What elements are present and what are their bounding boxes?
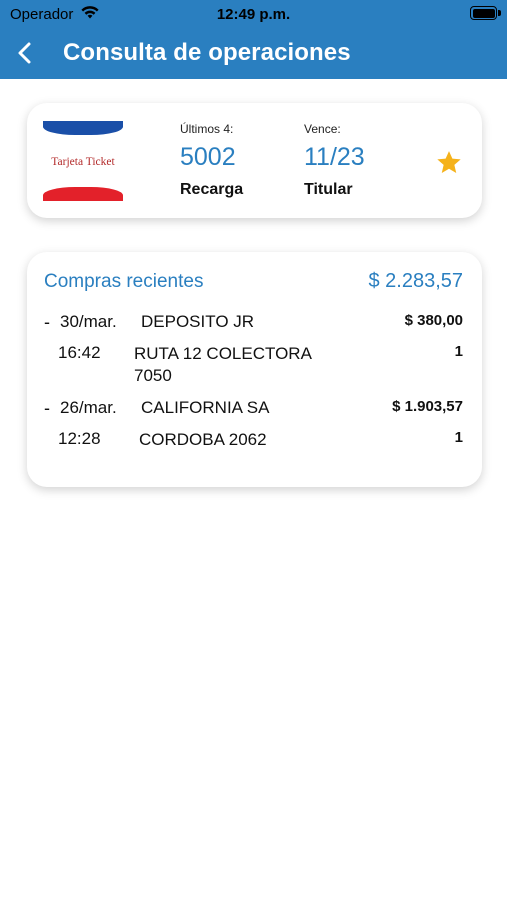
section-title: Compras recientes: [44, 271, 204, 292]
back-button[interactable]: [12, 38, 40, 68]
card-image-top-band: [43, 121, 123, 135]
card-image: Tarjeta Ticket: [43, 121, 123, 201]
expires-label: Vence:: [304, 122, 341, 136]
expires-value: 11/23: [304, 143, 365, 171]
purchase-time: 12:28: [58, 429, 101, 448]
purchase-address: RUTA 12 COLECTORA 7050: [134, 344, 311, 385]
status-bar: Operador 12:49 p.m.: [0, 0, 507, 28]
battery-icon: [470, 6, 501, 20]
purchase-time: 16:42: [58, 343, 101, 362]
recent-purchases-card: Compras recientes $ 2.283,57 - 30/mar. D…: [27, 252, 482, 487]
card-type: Recarga: [180, 181, 244, 198]
purchase-qty: 1: [454, 343, 463, 360]
purchase-qty: 1: [454, 429, 463, 446]
purchase-amount: $ 380,00: [404, 312, 463, 329]
favorite-star-icon[interactable]: [435, 149, 463, 177]
purchase-address: CORDOBA 2062: [139, 430, 267, 449]
card-image-bottom-band: [43, 187, 123, 201]
purchase-date: 30/mar.: [60, 312, 117, 331]
section-total: $ 2.283,57: [368, 270, 463, 292]
chevron-left-icon: [18, 42, 31, 64]
app-header: Operador 12:49 p.m. Consulta de operacio…: [0, 0, 507, 79]
row-dash: -: [44, 398, 50, 418]
purchase-merchant: DEPOSITO JR: [141, 312, 255, 331]
card-brand-label: Tarjeta Ticket: [51, 156, 115, 168]
purchase-merchant: CALIFORNIA SA: [141, 398, 270, 417]
purchase-date: 26/mar.: [60, 398, 117, 417]
purchase-amount: $ 1.903,57: [392, 398, 463, 415]
page-title: Consulta de operaciones: [63, 39, 351, 66]
card-summary[interactable]: Tarjeta Ticket Últimos 4: 5002 Recarga V…: [27, 103, 482, 218]
nav-bar: Consulta de operaciones: [0, 30, 507, 76]
row-dash: -: [44, 312, 50, 332]
clock: 12:49 p.m.: [216, 6, 291, 23]
card-holder: Titular: [304, 181, 353, 198]
last4-value: 5002: [180, 143, 236, 171]
last4-label: Últimos 4:: [180, 122, 234, 136]
